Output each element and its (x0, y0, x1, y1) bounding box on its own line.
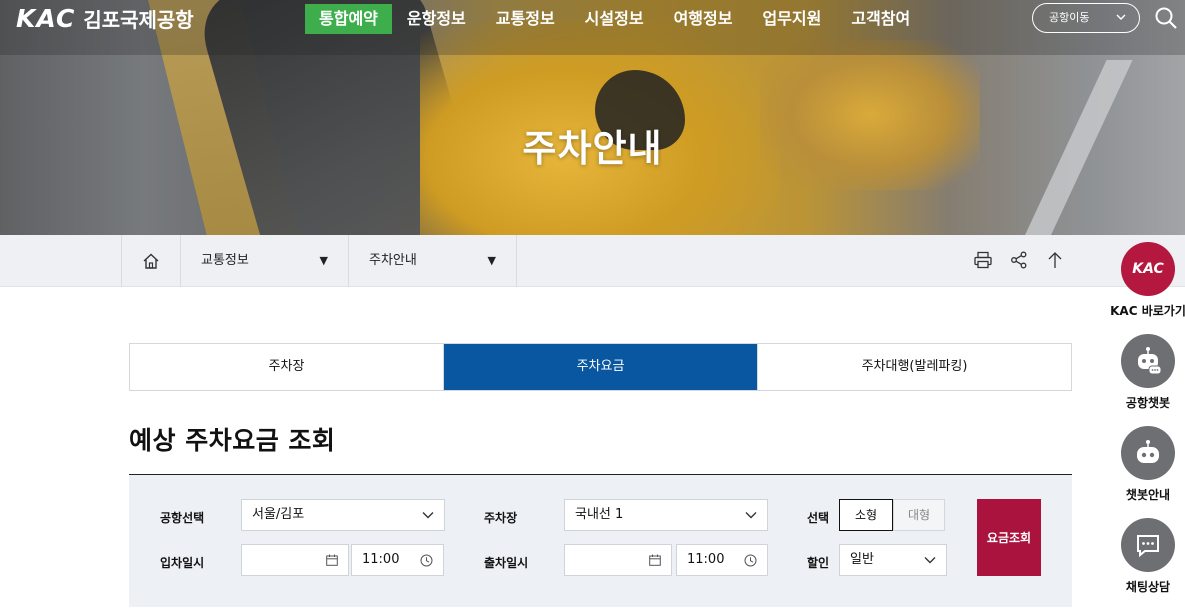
airport-label: 공항선택 (160, 511, 205, 525)
chevron-down-icon (422, 500, 434, 530)
nav-item-integrated-booking[interactable]: 통합예약 (305, 4, 392, 34)
chat-bubble-icon (1121, 518, 1175, 572)
discount-select-value: 일반 (850, 552, 874, 567)
breadcrumb-level2-select[interactable]: 주차안내 ▼ (349, 235, 517, 287)
entry-datetime-label: 입차일시 (160, 556, 205, 570)
airport-move-label: 공항이동 (1049, 11, 1090, 24)
main-navigation: 통합예약 운항정보 교통정보 시설정보 여행정보 업무지원 고객참여 (305, 4, 925, 34)
vehicle-size-label: 선택 (807, 511, 830, 525)
calendar-icon (649, 545, 661, 575)
parking-fee-form: 공항선택 서울/김포 주차장 국내선 1 선택 소형 대형 입차일시 11:00… (129, 475, 1072, 607)
home-button[interactable] (121, 235, 181, 287)
nav-item-travel-info[interactable]: 여행정보 (659, 4, 748, 34)
breadcrumb-level1-label: 교통정보 (201, 253, 249, 268)
clock-icon (744, 545, 757, 575)
quick-kac-shortcut[interactable]: KAC KAC 바로가기 (1108, 242, 1185, 319)
tab-parking-fee[interactable]: 주차요금 (444, 344, 758, 390)
parking-tabs: 주차장 주차요금 주차대행(발레파킹) (129, 343, 1072, 391)
quick-label: KAC 바로가기 (1110, 304, 1185, 318)
size-small-button[interactable]: 소형 (839, 499, 893, 531)
quick-chatbot-guide[interactable]: 챗봇안내 (1108, 426, 1185, 503)
quick-chat-consult[interactable]: 채팅상담 (1108, 518, 1185, 595)
share-icon[interactable] (1008, 249, 1030, 271)
nav-item-business-support[interactable]: 업무지원 (747, 4, 836, 34)
fee-lookup-button[interactable]: 요금조회 (977, 499, 1041, 576)
page-tools (972, 249, 1066, 271)
home-icon (143, 253, 159, 269)
nav-item-customer[interactable]: 고객참여 (836, 4, 925, 34)
airport-select-value: 서울/김포 (252, 507, 305, 522)
exit-time-input[interactable]: 11:00 (676, 544, 768, 576)
quick-label: 채팅상담 (1125, 580, 1171, 594)
parking-lot-select[interactable]: 국내선 1 (564, 499, 768, 531)
entry-date-input[interactable] (241, 544, 349, 576)
search-icon[interactable] (1154, 6, 1178, 30)
quick-label: 챗봇안내 (1125, 488, 1171, 502)
parking-lot-label: 주차장 (484, 511, 518, 525)
section-title: 예상 주차요금 조회 (129, 426, 336, 455)
nav-item-transport-info[interactable]: 교통정보 (481, 4, 570, 34)
chevron-down-icon (745, 500, 757, 530)
entry-time-value: 11:00 (362, 552, 400, 567)
site-logo[interactable]: KAC 김포국제공항 (16, 4, 194, 33)
discount-label: 할인 (807, 556, 830, 570)
breadcrumb: 교통정보 ▼ 주차안내 ▼ (0, 235, 1185, 287)
print-icon[interactable] (972, 249, 994, 271)
calendar-icon (326, 545, 338, 575)
clock-icon (420, 545, 433, 575)
page-title: 주차안내 (522, 127, 663, 170)
airport-select[interactable]: 서울/김포 (241, 499, 445, 531)
tab-parking-lot[interactable]: 주차장 (130, 344, 444, 390)
parking-lot-select-value: 국내선 1 (575, 507, 624, 522)
caret-down-icon: ▼ (319, 254, 328, 267)
size-large-button[interactable]: 대형 (893, 499, 945, 531)
hero-banner: KAC 김포국제공항 통합예약 운항정보 교통정보 시설정보 여행정보 업무지원… (0, 0, 1185, 235)
tab-valet-parking[interactable]: 주차대행(발레파킹) (758, 344, 1071, 390)
caret-down-icon: ▼ (487, 254, 496, 267)
chevron-down-icon (1115, 4, 1127, 42)
kac-logo-icon: KAC (1121, 242, 1175, 296)
exit-date-input[interactable] (564, 544, 672, 576)
airport-move-select[interactable]: 공항이동 (1032, 3, 1140, 33)
quick-label: 공항챗봇 (1125, 396, 1171, 410)
nav-item-flight-info[interactable]: 운항정보 (392, 4, 481, 34)
chatbot-icon (1121, 334, 1175, 388)
robot-icon (1121, 426, 1175, 480)
exit-time-value: 11:00 (687, 552, 725, 567)
exit-datetime-label: 출차일시 (484, 556, 529, 570)
discount-select[interactable]: 일반 (839, 544, 947, 576)
breadcrumb-level1-select[interactable]: 교통정보 ▼ (181, 235, 349, 287)
entry-time-input[interactable]: 11:00 (351, 544, 444, 576)
breadcrumb-level2-label: 주차안내 (369, 253, 417, 268)
kac-logo-mark: KAC (16, 4, 76, 33)
quick-chatbot[interactable]: 공항챗봇 (1108, 334, 1185, 411)
nav-item-facility-info[interactable]: 시설정보 (570, 4, 659, 34)
arrow-up-icon[interactable] (1044, 249, 1066, 271)
chevron-down-icon (924, 545, 936, 575)
airport-name: 김포국제공항 (83, 8, 194, 32)
